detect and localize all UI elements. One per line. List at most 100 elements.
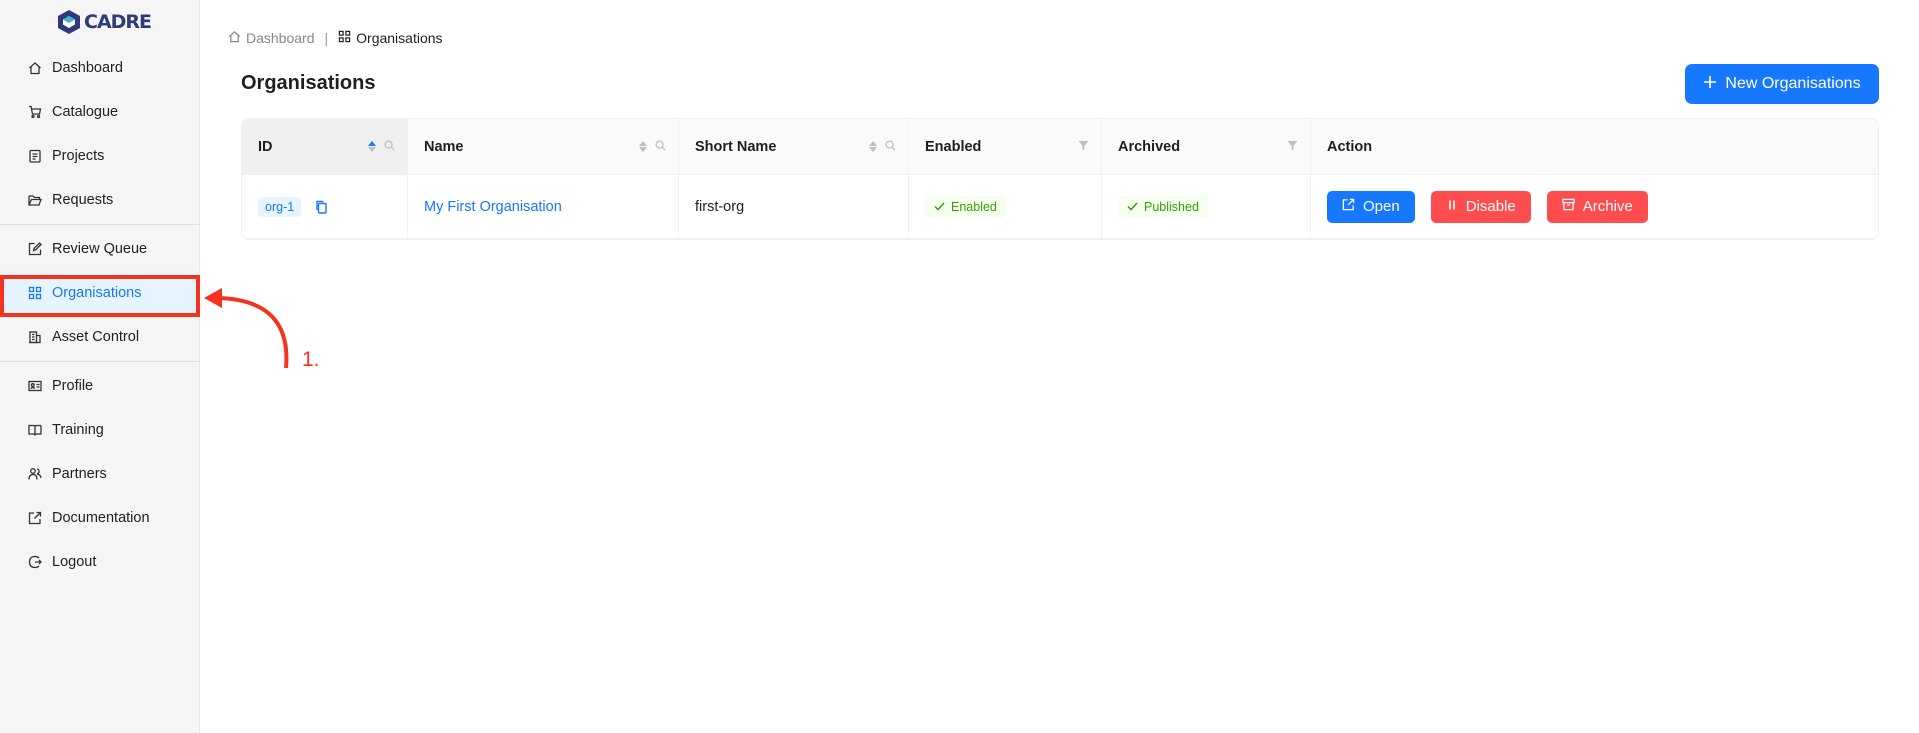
organisation-name-link[interactable]: My First Organisation bbox=[424, 199, 562, 215]
open-button[interactable]: Open bbox=[1327, 190, 1415, 223]
column-header-archived[interactable]: Archived bbox=[1102, 119, 1311, 174]
sidebar-item-label: Training bbox=[52, 422, 104, 438]
sidebar-item-label: Dashboard bbox=[52, 60, 123, 76]
table-header: ID Name Short Name Enabled Archived Acti… bbox=[242, 119, 1878, 175]
home-icon bbox=[28, 61, 42, 75]
cell-short-name: first-org bbox=[679, 175, 909, 238]
sidebar-item-label: Logout bbox=[52, 554, 97, 570]
sidebar-item-asset-control[interactable]: Asset Control bbox=[0, 315, 200, 359]
sidebar-item-label: Documentation bbox=[52, 510, 150, 526]
search-icon[interactable] bbox=[655, 139, 666, 155]
clipboard-icon bbox=[28, 149, 42, 163]
status-badge-label: Published bbox=[1144, 199, 1199, 214]
sidebar-item-dashboard[interactable]: Dashboard bbox=[0, 46, 200, 90]
sidebar-item-label: Review Queue bbox=[52, 241, 148, 257]
annotation-highlight-box bbox=[0, 275, 200, 317]
new-organisation-label: New Organisations bbox=[1725, 75, 1861, 92]
status-badge-published: Published bbox=[1118, 195, 1208, 218]
edit-icon bbox=[28, 242, 42, 256]
sidebar-item-documentation[interactable]: Documentation bbox=[0, 496, 200, 540]
app-logo[interactable]: CADRE bbox=[56, 8, 152, 36]
sidebar-item-requests[interactable]: Requests bbox=[0, 178, 200, 222]
breadcrumb: Dashboard | Organisations bbox=[228, 30, 443, 46]
sort-icon[interactable] bbox=[639, 141, 647, 152]
sort-icon[interactable] bbox=[368, 141, 376, 152]
cart-icon bbox=[28, 105, 42, 119]
building-icon bbox=[28, 330, 42, 344]
sidebar-item-logout[interactable]: Logout bbox=[0, 540, 200, 584]
short-name-text: first-org bbox=[695, 198, 745, 215]
book-icon bbox=[28, 423, 42, 437]
annotation-step-label: 1. bbox=[302, 348, 320, 371]
sidebar-divider bbox=[0, 361, 200, 362]
breadcrumb-dashboard[interactable]: Dashboard bbox=[228, 30, 315, 46]
grid-icon bbox=[338, 30, 351, 46]
pause-icon bbox=[1446, 198, 1458, 215]
cell-id: org-1 bbox=[242, 175, 408, 238]
column-label: Name bbox=[424, 138, 464, 155]
table-row: org-1 My First Organisation first-org En… bbox=[242, 175, 1878, 239]
column-label: Action bbox=[1327, 138, 1373, 155]
search-icon[interactable] bbox=[384, 139, 395, 155]
copy-icon[interactable] bbox=[315, 200, 328, 214]
team-icon bbox=[28, 467, 42, 481]
column-header-enabled[interactable]: Enabled bbox=[909, 119, 1102, 174]
cell-name: My First Organisation bbox=[408, 175, 679, 238]
cell-action: Open Disable Archive bbox=[1311, 175, 1878, 238]
check-icon bbox=[1127, 200, 1138, 214]
sidebar-item-label: Projects bbox=[52, 148, 105, 164]
external-link-icon bbox=[1342, 198, 1355, 215]
sidebar: CADRE Dashboard Catalogue Projects Reque… bbox=[0, 0, 200, 733]
column-header-action: Action bbox=[1311, 119, 1878, 174]
column-label: ID bbox=[258, 138, 273, 155]
column-label: Short Name bbox=[695, 138, 777, 155]
plus-icon bbox=[1703, 75, 1717, 94]
annotation-arrow bbox=[204, 288, 289, 369]
sidebar-item-label: Profile bbox=[52, 378, 94, 394]
breadcrumb-label: Organisations bbox=[356, 30, 443, 46]
sidebar-item-partners[interactable]: Partners bbox=[0, 452, 200, 496]
sidebar-item-catalogue[interactable]: Catalogue bbox=[0, 90, 200, 134]
search-icon[interactable] bbox=[885, 139, 896, 155]
breadcrumb-label: Dashboard bbox=[246, 30, 315, 46]
sidebar-item-review-queue[interactable]: Review Queue bbox=[0, 227, 200, 271]
breadcrumb-separator: | bbox=[324, 30, 329, 46]
sidebar-item-projects[interactable]: Projects bbox=[0, 134, 200, 178]
sidebar-item-label: Catalogue bbox=[52, 104, 119, 120]
status-badge-enabled: Enabled bbox=[925, 195, 1006, 218]
archive-button-label: Archive bbox=[1582, 198, 1633, 215]
id-tag: org-1 bbox=[258, 196, 302, 217]
column-label: Enabled bbox=[925, 138, 982, 155]
cadre-logo-icon bbox=[58, 10, 80, 34]
id-card-icon bbox=[28, 379, 42, 393]
logo-text: CADRE bbox=[84, 11, 152, 33]
sidebar-item-training[interactable]: Training bbox=[0, 408, 200, 452]
sidebar-divider bbox=[0, 224, 200, 225]
disable-button[interactable]: Disable bbox=[1430, 190, 1531, 223]
archive-button[interactable]: Archive bbox=[1546, 190, 1648, 223]
external-link-icon bbox=[28, 511, 42, 525]
column-label: Archived bbox=[1118, 138, 1181, 155]
home-icon bbox=[228, 30, 241, 46]
filter-icon[interactable] bbox=[1287, 139, 1298, 155]
logout-icon bbox=[28, 555, 42, 569]
new-organisation-button[interactable]: New Organisations bbox=[1685, 64, 1879, 104]
filter-icon[interactable] bbox=[1078, 139, 1089, 155]
disable-button-label: Disable bbox=[1465, 198, 1516, 215]
cell-archived: Published bbox=[1102, 175, 1311, 238]
sidebar-item-label: Asset Control bbox=[52, 329, 140, 345]
status-badge-label: Enabled bbox=[951, 199, 997, 214]
page-title: Organisations bbox=[241, 72, 376, 94]
archive-box-icon bbox=[1562, 198, 1575, 215]
column-header-short-name[interactable]: Short Name bbox=[679, 119, 909, 174]
column-header-id[interactable]: ID bbox=[242, 119, 408, 174]
sort-icon[interactable] bbox=[869, 141, 877, 152]
sidebar-item-label: Requests bbox=[52, 192, 114, 208]
column-header-name[interactable]: Name bbox=[408, 119, 679, 174]
folder-open-icon bbox=[28, 193, 42, 207]
sidebar-item-label: Partners bbox=[52, 466, 107, 482]
breadcrumb-current: Organisations bbox=[338, 30, 443, 46]
organisations-table: ID Name Short Name Enabled Archived Acti… bbox=[241, 118, 1879, 240]
sidebar-item-profile[interactable]: Profile bbox=[0, 364, 200, 408]
open-button-label: Open bbox=[1363, 198, 1400, 215]
